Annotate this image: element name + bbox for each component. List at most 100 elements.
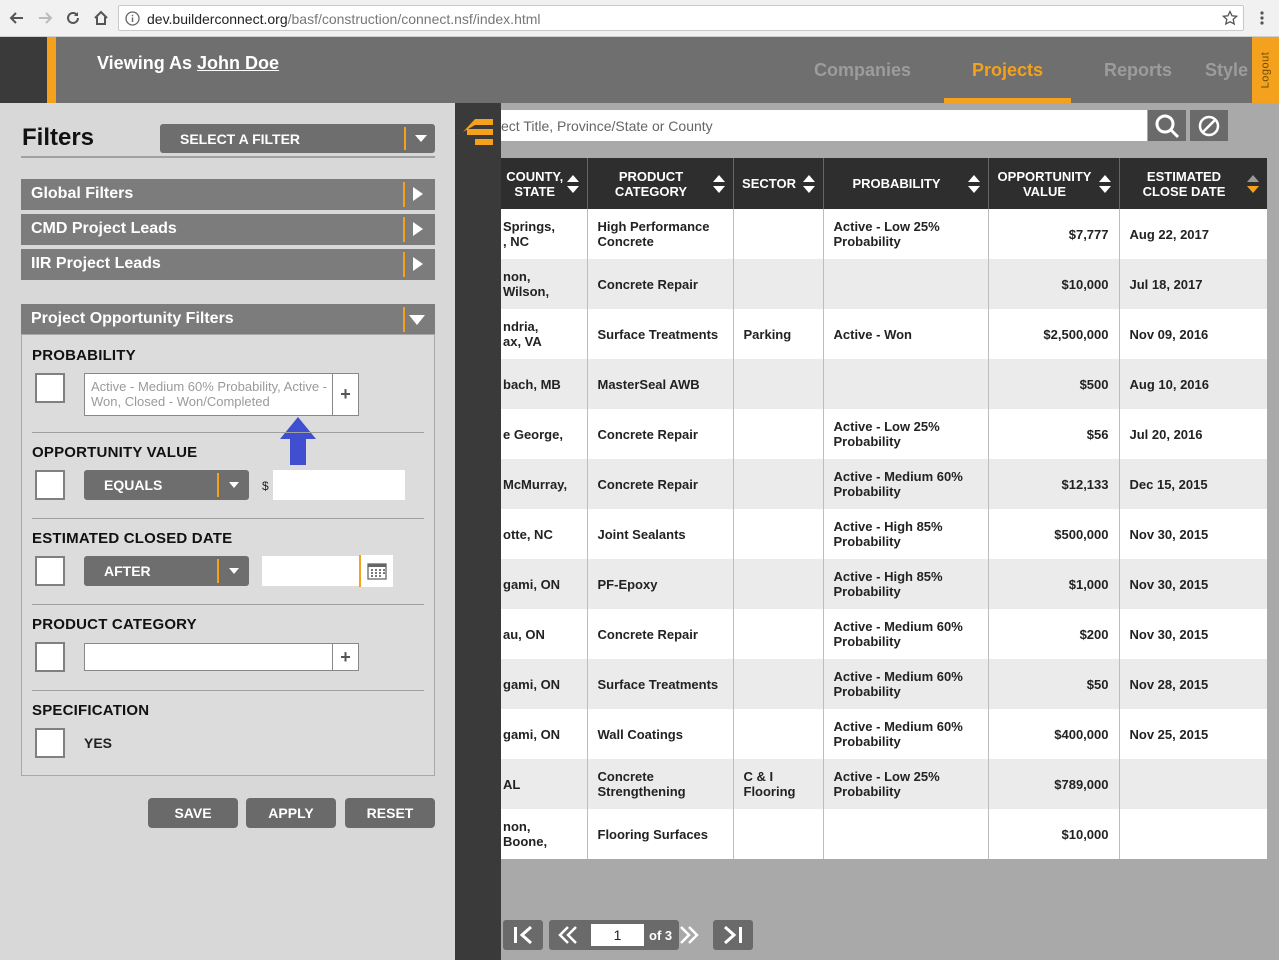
sort-icon[interactable] — [1246, 175, 1259, 193]
opportunity-value-operator-select[interactable]: EQUALS — [84, 470, 249, 500]
divider — [32, 604, 424, 605]
column-header-probability[interactable]: PROBABILITY — [823, 158, 989, 209]
previous-page-icon[interactable] — [558, 926, 578, 944]
cell-text: Probability — [833, 484, 901, 499]
reload-icon[interactable] — [61, 6, 85, 30]
save-button[interactable]: SAVE — [148, 798, 238, 828]
user-name-link[interactable]: John Doe — [197, 53, 279, 73]
probability-checkbox[interactable] — [35, 373, 65, 403]
product-category-checkbox[interactable] — [35, 642, 65, 672]
sort-icon[interactable] — [802, 175, 815, 193]
select-filter-dropdown[interactable]: SELECT A FILTER — [160, 124, 435, 153]
next-page-icon[interactable] — [679, 926, 699, 944]
nav-tab-reports[interactable]: Reports — [1104, 60, 1172, 81]
accordion-project-opportunity-filters[interactable]: Project Opportunity Filters — [21, 304, 435, 335]
nav-tab-style[interactable]: Style — [1205, 60, 1248, 81]
closed-date-operator-select[interactable]: AFTER — [84, 556, 249, 586]
bookmark-star-icon[interactable] — [1218, 6, 1242, 30]
cell-text: $1,000 — [1068, 576, 1109, 592]
column-header-county-state[interactable]: COUNTY, STATE — [501, 158, 588, 209]
product-category-tag-input[interactable]: + — [84, 643, 359, 671]
cell-estimated-close-date: Nov 30, 2015 — [1119, 609, 1267, 659]
cell-product-category: Wall Coatings — [587, 709, 734, 759]
column-header-estimated-close-date[interactable]: ESTIMATED CLOSE DATE — [1119, 158, 1267, 209]
table-row[interactable]: AL Concrete Strengthening C & I Flooring Acti… — [501, 759, 1267, 809]
reset-button[interactable]: RESET — [345, 798, 435, 828]
cell-county-state: non, Boone, — [501, 809, 588, 859]
logout-button[interactable]: Logout — [1252, 37, 1279, 103]
cell-text: McMurray, — [503, 476, 568, 492]
cell-probability: Active - High 85% Probability — [823, 559, 989, 609]
table-row[interactable]: non, Wilson, Concrete Repair $10,000 Jul 18… — [501, 259, 1267, 309]
cell-text: Surface Treatments — [597, 326, 719, 342]
column-header-label: VALUE — [1022, 183, 1067, 199]
accordion-global-filters[interactable]: Global Filters — [21, 179, 435, 210]
probability-tag-input[interactable]: Active - Medium 60% Probability, Active … — [84, 373, 359, 416]
forward-arrow-icon[interactable] — [33, 6, 57, 30]
table-row[interactable]: otte, NC Joint Sealants Active - High 85% P… — [501, 509, 1267, 559]
cell-estimated-close-date: Nov 25, 2015 — [1119, 709, 1267, 759]
cell-county-state: AL — [501, 759, 588, 809]
last-page-button[interactable] — [713, 920, 753, 950]
plus-icon[interactable]: + — [332, 644, 358, 670]
table-row[interactable]: au, ON Concrete Repair Active - Medium 60%… — [501, 609, 1267, 659]
cell-opportunity-value: $1,000 — [988, 559, 1120, 609]
operator-label: AFTER — [104, 563, 151, 579]
plus-icon[interactable]: + — [332, 374, 358, 415]
table-row[interactable]: gami, ON Surface Treatments Active - Mediu… — [501, 659, 1267, 709]
cell-probability — [823, 259, 989, 309]
column-header-sector[interactable]: SECTOR — [733, 158, 824, 209]
home-icon[interactable] — [89, 6, 113, 30]
page-number-input[interactable]: 1 — [591, 924, 644, 946]
cell-text: Jul 18, 2017 — [1129, 276, 1203, 292]
search-button[interactable] — [1148, 110, 1186, 141]
cell-product-category: Flooring Surfaces — [587, 809, 734, 859]
column-header-product-category[interactable]: PRODUCT CATEGORY — [587, 158, 734, 209]
closed-date-input[interactable] — [262, 556, 360, 586]
nav-tab-projects[interactable]: Projects — [972, 60, 1043, 81]
sort-icon[interactable] — [967, 175, 980, 193]
apply-button[interactable]: APPLY — [246, 798, 336, 828]
table-row[interactable]: ndria, ax, VA Surface Treatments Parking Act… — [501, 309, 1267, 359]
project-search-input[interactable]: ect Title, Province/State or County — [501, 110, 1147, 141]
sort-icon[interactable] — [566, 175, 579, 193]
cell-text: $200 — [1079, 626, 1109, 642]
filter-toggle-bar[interactable] — [455, 103, 501, 960]
nav-tab-companies[interactable]: Companies — [814, 60, 911, 81]
back-arrow-icon[interactable] — [5, 6, 29, 30]
cell-county-state: non, Wilson, — [501, 259, 588, 309]
accordion-separator — [403, 182, 405, 207]
table-row[interactable]: gami, ON PF-Epoxy Active - High 85% Probabi… — [501, 559, 1267, 609]
estimated-closed-date-checkbox[interactable] — [35, 556, 65, 586]
cell-text: ndria, — [503, 319, 539, 334]
accordion-cmd-project-leads[interactable]: CMD Project Leads — [21, 214, 435, 245]
first-page-button[interactable] — [503, 920, 543, 950]
browser-menu-icon[interactable] — [1250, 6, 1274, 30]
address-bar[interactable]: dev.builderconnect.org/basf/construction… — [118, 5, 1244, 31]
opportunity-value-input[interactable] — [273, 470, 405, 500]
sort-icon[interactable] — [1098, 175, 1111, 193]
cell-probability: Active - Medium 60% Probability — [823, 609, 989, 659]
collapse-panel-icon[interactable] — [463, 117, 495, 151]
opportunity-value-checkbox[interactable] — [35, 470, 65, 500]
table-row[interactable]: gami, ON Wall Coatings Active - Medium 60%… — [501, 709, 1267, 759]
table-row[interactable]: non, Boone, Flooring Surfaces $10,000 — [501, 809, 1267, 859]
cell-text: Strengthening — [597, 784, 686, 799]
table-row[interactable]: bach, MB MasterSeal AWB $500 Aug 10, 2016 — [501, 359, 1267, 409]
accordion-iir-project-leads[interactable]: IIR Project Leads — [21, 249, 435, 280]
cell-estimated-close-date: Aug 10, 2016 — [1119, 359, 1267, 409]
cell-product-category: Concrete Strengthening — [587, 759, 734, 809]
specification-yes-checkbox[interactable] — [35, 728, 65, 758]
sort-icon[interactable] — [712, 175, 725, 193]
clear-search-button[interactable] — [1190, 110, 1228, 141]
cell-text: Parking — [743, 326, 792, 342]
cell-county-state: gami, ON — [501, 709, 588, 759]
column-header-opportunity-value[interactable]: OPPORTUNITY VALUE — [988, 158, 1120, 209]
table-row[interactable]: Springs,, NC High Performance Concrete Acti… — [501, 209, 1267, 259]
cell-text: , NC — [503, 234, 529, 249]
table-row[interactable]: McMurray, Concrete Repair Active - Medium … — [501, 459, 1267, 509]
cell-text: MasterSeal AWB — [597, 376, 700, 392]
calendar-icon[interactable] — [359, 555, 393, 587]
table-row[interactable]: e George, Concrete Repair Active - Low 25%… — [501, 409, 1267, 459]
cell-text: Flooring — [743, 784, 796, 799]
